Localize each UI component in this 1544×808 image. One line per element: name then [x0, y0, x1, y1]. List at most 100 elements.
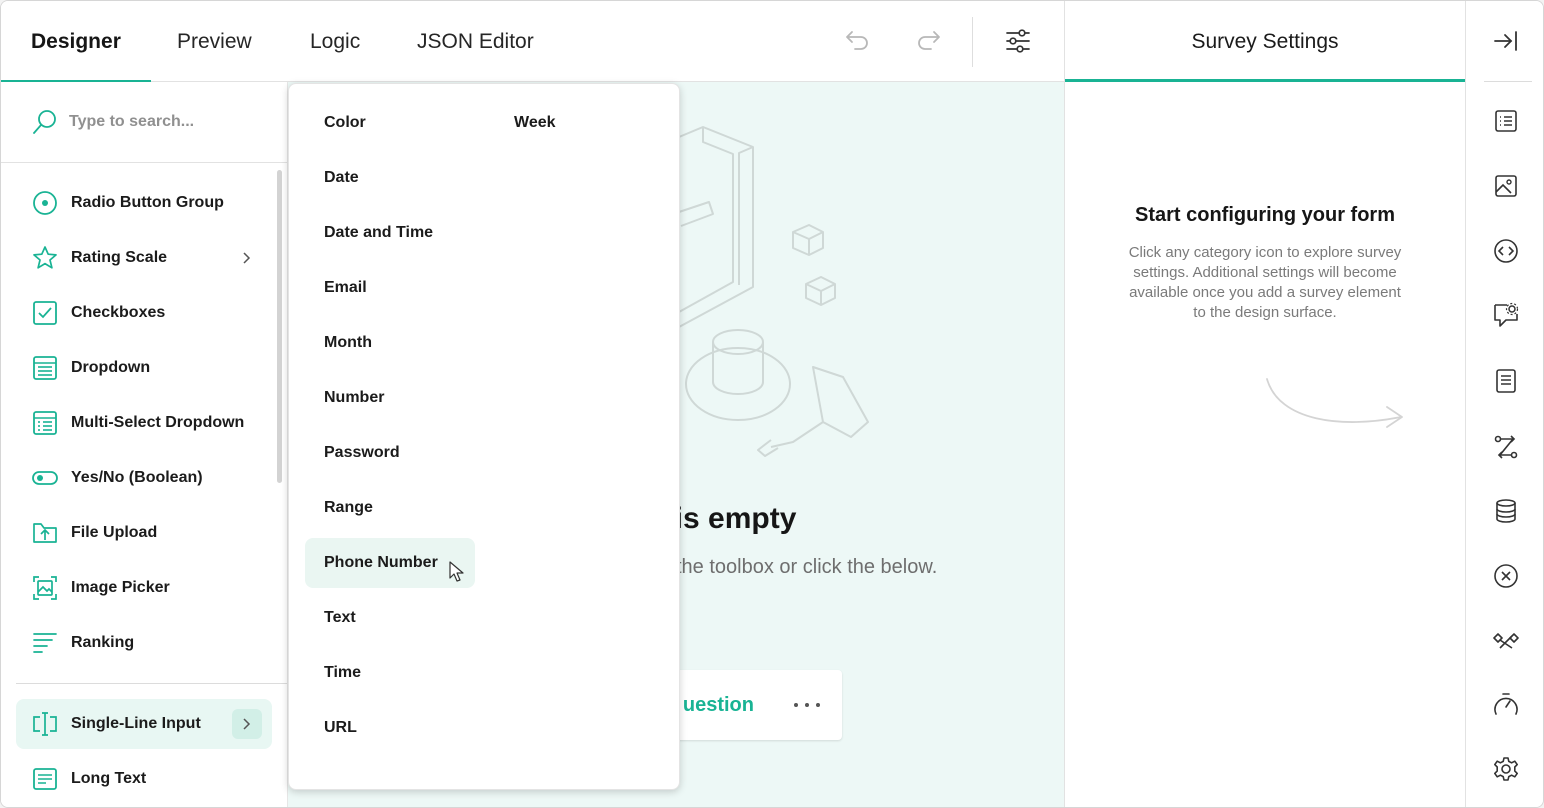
- text-cursor-icon: [33, 712, 57, 736]
- toolbox-item-checkboxes[interactable]: Checkboxes: [16, 288, 272, 338]
- settings-sliders-icon: [1006, 29, 1030, 53]
- rail-settings-button[interactable]: [1488, 751, 1524, 787]
- radio-icon: [33, 191, 57, 215]
- submenu-item-date[interactable]: Date: [305, 153, 378, 203]
- survey-settings-panel: Survey Settings Start configuring your f…: [1064, 1, 1465, 807]
- collapse-panel-button[interactable]: [1488, 23, 1524, 59]
- search-icon: [31, 108, 59, 141]
- rail-validation-button[interactable]: [1488, 558, 1524, 594]
- toolbox-item-label: Radio Button Group: [71, 194, 224, 211]
- validation-icon: [1494, 564, 1518, 588]
- navigation-icon: [1494, 239, 1518, 263]
- submenu-item-month[interactable]: Month: [305, 318, 391, 368]
- toolbox-item-single-line-input[interactable]: Single-Line Input: [16, 699, 272, 749]
- toggle-icon: [32, 471, 58, 485]
- ranking-icon: [33, 633, 57, 653]
- tab-designer[interactable]: Designer: [1, 1, 151, 83]
- toolbox-search: [1, 82, 287, 163]
- toolbox-item-long-text[interactable]: Long Text: [16, 754, 272, 804]
- toolbox-item-file-upload[interactable]: File Upload: [16, 508, 272, 558]
- question-settings-icon: [1494, 302, 1519, 327]
- general-list-icon: [1495, 110, 1517, 132]
- submenu-item-date-and-time[interactable]: Date and Time: [305, 208, 452, 258]
- input-type-submenu: Color Week Date Date and Time Email Mont…: [288, 83, 680, 790]
- empty-state-subtitle: the toolbox or click the below.: [676, 556, 938, 578]
- rail-data-button[interactable]: [1488, 493, 1524, 529]
- rail-logic-button[interactable]: [1488, 429, 1524, 465]
- rail-timer-button[interactable]: [1488, 687, 1524, 723]
- rail-question-settings-button[interactable]: [1488, 297, 1524, 333]
- chevron-right-icon: [243, 252, 251, 264]
- submenu-arrow[interactable]: [232, 709, 262, 739]
- toolbox-item-label: Single-Line Input: [71, 715, 201, 732]
- chevron-right-icon: [243, 718, 251, 730]
- submenu-item-color[interactable]: Color: [305, 98, 385, 148]
- settings-panel-title: Survey Settings: [1065, 1, 1465, 82]
- image-picker-icon: [33, 576, 57, 600]
- toolbox-item-label: Yes/No (Boolean): [71, 469, 203, 486]
- search-input[interactable]: [69, 106, 269, 138]
- undo-button[interactable]: [839, 23, 875, 59]
- toolbox-item-label: File Upload: [71, 524, 158, 541]
- settings-empty-heading: Start configuring your form: [1135, 204, 1395, 226]
- rail-pages-button[interactable]: [1488, 363, 1524, 399]
- toolbox-item-label: Checkboxes: [71, 304, 166, 321]
- redo-icon: [918, 31, 940, 50]
- star-icon: [33, 246, 57, 269]
- submenu-item-email[interactable]: Email: [305, 263, 386, 313]
- checkbox-icon: [33, 301, 57, 325]
- toolbox-item-rating-scale[interactable]: Rating Scale: [16, 233, 272, 283]
- toolbox-item-multi-select-dropdown[interactable]: Multi-Select Dropdown: [16, 398, 272, 448]
- dropdown-icon: [33, 356, 57, 380]
- long-text-icon: [33, 768, 57, 790]
- toolbox-item-label: Dropdown: [71, 359, 151, 376]
- submenu-item-range[interactable]: Range: [305, 483, 392, 533]
- submenu-item-text[interactable]: Text: [305, 593, 375, 643]
- toolbox-item-ranking[interactable]: Ranking: [16, 618, 272, 668]
- toolbox-item-label: Multi-Select Dropdown: [71, 414, 245, 431]
- toolbox-item-label: Image Picker: [71, 579, 170, 596]
- toolbox-scrollbar[interactable]: [277, 170, 282, 483]
- conditions-icon: [1493, 633, 1519, 649]
- rail-divider: [1484, 81, 1532, 82]
- submenu-item-week[interactable]: Week: [495, 98, 575, 148]
- rail-general-button[interactable]: [1488, 103, 1524, 139]
- multi-dropdown-icon: [33, 411, 57, 435]
- survey-creator-window: Designer Preview Logic JSON Editor Radio…: [0, 0, 1544, 808]
- toolbox-item-dropdown[interactable]: Dropdown: [16, 343, 272, 393]
- tab-logic[interactable]: Logic: [310, 1, 360, 82]
- logic-icon: [1494, 435, 1518, 459]
- settings-toggle-button[interactable]: [1000, 23, 1036, 59]
- tab-preview[interactable]: Preview: [177, 1, 252, 82]
- toolbox-item-label: Ranking: [71, 634, 135, 651]
- submenu-item-password[interactable]: Password: [305, 428, 419, 478]
- toolbox-item-radio-button-group[interactable]: Radio Button Group: [16, 178, 272, 228]
- toolbox-panel: Radio Button Group Rating Scale Checkbox…: [1, 82, 288, 807]
- tab-json-editor[interactable]: JSON Editor: [417, 1, 534, 82]
- top-bar: Designer Preview Logic JSON Editor: [1, 1, 1064, 83]
- redo-button[interactable]: [911, 23, 947, 59]
- settings-empty-description: Click any category icon to explore surve…: [1128, 244, 1402, 321]
- curved-arrow-icon: [1266, 378, 1403, 428]
- submenu-arrow[interactable]: [232, 243, 262, 273]
- data-icon: [1496, 499, 1516, 523]
- toolbox-item-image-picker[interactable]: Image Picker: [16, 563, 272, 613]
- toolbar-divider: [972, 17, 973, 67]
- rail-logo-button[interactable]: [1488, 168, 1524, 204]
- rail-navigation-button[interactable]: [1488, 233, 1524, 269]
- mouse-cursor-icon: [449, 561, 464, 582]
- undo-icon: [846, 31, 868, 50]
- submenu-item-url[interactable]: URL: [305, 703, 376, 753]
- logo-image-icon: [1495, 175, 1517, 197]
- toolbox-item-label: Long Text: [71, 770, 147, 787]
- gear-icon: [1494, 757, 1518, 781]
- submenu-item-number[interactable]: Number: [305, 373, 403, 423]
- submenu-item-time[interactable]: Time: [305, 648, 380, 698]
- pages-icon: [1496, 369, 1516, 393]
- toolbox-item-boolean[interactable]: Yes/No (Boolean): [16, 453, 272, 503]
- empty-survey-illustration: [678, 126, 869, 457]
- more-options-icon[interactable]: [794, 696, 820, 714]
- timer-icon: [1494, 693, 1518, 715]
- file-upload-icon: [33, 523, 57, 543]
- rail-conditions-button[interactable]: [1488, 622, 1524, 658]
